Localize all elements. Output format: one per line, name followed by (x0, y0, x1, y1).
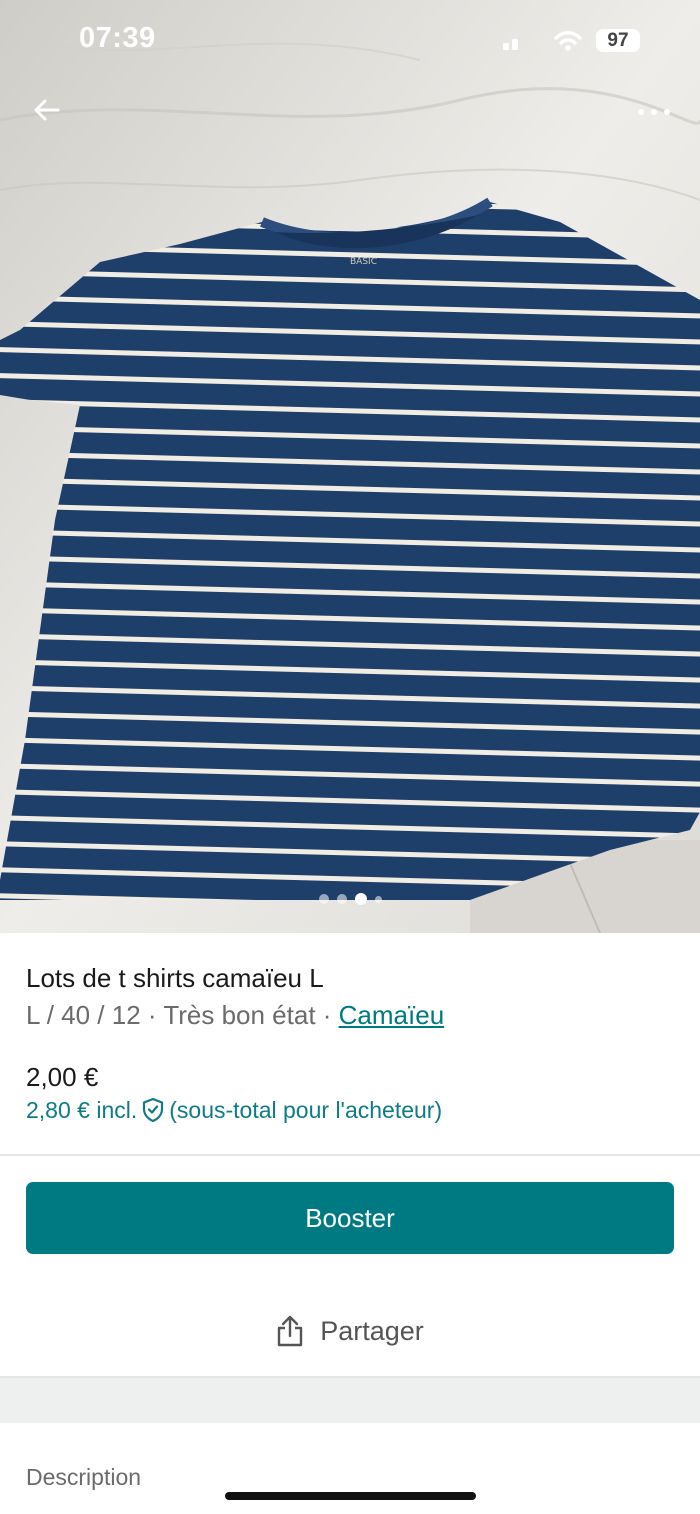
section-separator (0, 1378, 700, 1423)
buyer-price-value: 2,80 € incl. (26, 1097, 138, 1123)
brand-link[interactable]: Camaïeu (339, 1000, 445, 1030)
carousel-indicator (0, 893, 700, 906)
carousel-dot[interactable] (374, 895, 382, 903)
back-button[interactable] (26, 90, 66, 130)
status-time: 07:39 (79, 22, 156, 54)
cellular-signal-icon (503, 39, 518, 50)
home-indicator[interactable] (225, 1492, 476, 1500)
item-info: Lots de t shirts camaïeu L L / 40 / 12 ·… (26, 960, 676, 1126)
share-label: Partager (320, 1315, 424, 1346)
description-label: Description (26, 1464, 142, 1490)
carousel-dot[interactable] (336, 894, 347, 904)
divider (0, 1154, 700, 1156)
svg-text:BASIC: BASIC (350, 257, 377, 267)
more-horizontal-icon (638, 109, 670, 115)
wifi-icon (554, 31, 582, 51)
share-icon (278, 1315, 303, 1347)
tshirt-image: BASIC (0, 0, 700, 933)
carousel-dot-active[interactable] (354, 893, 367, 905)
arrow-left-icon (34, 99, 60, 121)
status-bar: 07:39 97 (0, 0, 700, 84)
battery-level: 97 (596, 29, 640, 52)
buyer-price-note: (sous-total pour l'acheteur) (169, 1097, 443, 1123)
carousel-dot[interactable] (318, 894, 329, 904)
buyer-price[interactable]: 2,80 € incl. (sous-total pour l'acheteur… (26, 1094, 676, 1126)
item-attributes: L / 40 / 12 · Très bon état · (26, 1000, 339, 1030)
more-options-button[interactable] (630, 92, 678, 132)
item-details: L / 40 / 12 · Très bon état · Camaïeu (26, 996, 676, 1034)
shield-check-icon (143, 1097, 164, 1123)
share-button[interactable]: Partager (0, 1296, 700, 1366)
product-photo[interactable]: BASIC (0, 0, 700, 933)
item-title: Lots de t shirts camaïeu L (26, 963, 324, 993)
item-price: 2,00 € (26, 1062, 99, 1092)
booster-button[interactable]: Booster (26, 1182, 674, 1254)
